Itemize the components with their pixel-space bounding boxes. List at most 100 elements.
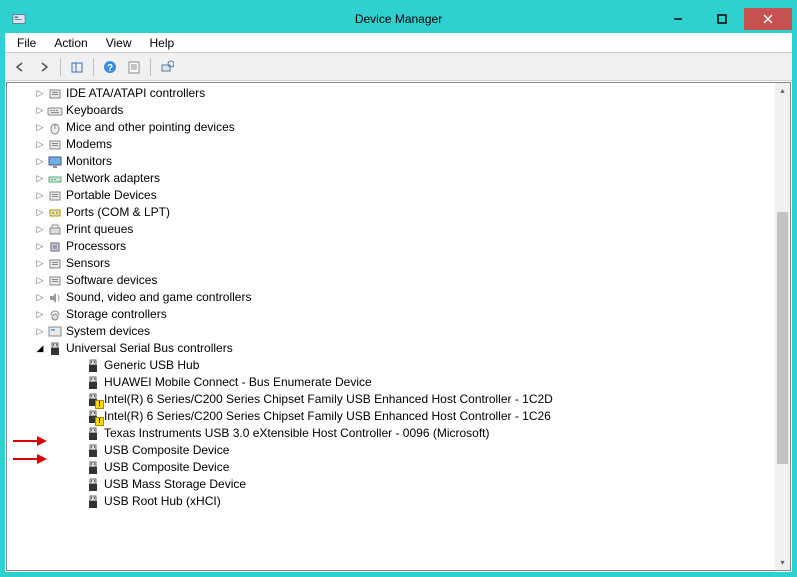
tree-item-label: Texas Instruments USB 3.0 eXtensible Hos… bbox=[104, 425, 490, 442]
scroll-thumb[interactable] bbox=[777, 212, 788, 463]
tree-row-cat-6[interactable]: ▷ Portable Devices bbox=[7, 187, 775, 204]
tree-row-cat-7[interactable]: ▷ Ports (COM & LPT) bbox=[7, 204, 775, 221]
maximize-button[interactable] bbox=[700, 8, 744, 30]
storage-icon bbox=[47, 307, 63, 323]
usb-icon bbox=[85, 460, 101, 476]
expand-icon[interactable]: ▷ bbox=[33, 138, 47, 152]
expand-icon[interactable]: ▷ bbox=[33, 104, 47, 118]
expand-icon[interactable]: ▷ bbox=[33, 223, 47, 237]
expand-icon[interactable]: ▷ bbox=[33, 172, 47, 186]
menu-view[interactable]: View bbox=[98, 34, 140, 52]
tree-row-cat-0[interactable]: ▷ IDE ATA/ATAPI controllers bbox=[7, 85, 775, 102]
help-button[interactable]: ? bbox=[99, 56, 121, 78]
show-hide-tree-button[interactable] bbox=[66, 56, 88, 78]
tree-row-cat-13[interactable]: ▷Storage controllers bbox=[7, 306, 775, 323]
expand-icon[interactable]: ▷ bbox=[33, 87, 47, 101]
expand-icon[interactable]: ▷ bbox=[33, 206, 47, 220]
window-controls bbox=[656, 8, 792, 30]
network-icon bbox=[47, 171, 63, 187]
tree-item-label: IDE ATA/ATAPI controllers bbox=[66, 85, 205, 102]
tree-row-cat-9[interactable]: ▷Processors bbox=[7, 238, 775, 255]
scan-hardware-button[interactable] bbox=[156, 56, 178, 78]
usb-icon bbox=[85, 358, 101, 374]
expander-placeholder bbox=[71, 410, 85, 424]
tree-row-cat-5[interactable]: ▷Network adapters bbox=[7, 170, 775, 187]
usb-icon bbox=[85, 494, 101, 510]
expander-placeholder bbox=[71, 393, 85, 407]
expand-icon[interactable]: ▷ bbox=[33, 189, 47, 203]
minimize-button[interactable] bbox=[656, 8, 700, 30]
close-button[interactable] bbox=[744, 8, 792, 30]
scroll-up-arrow[interactable]: ▴ bbox=[775, 83, 790, 98]
usb-icon bbox=[47, 341, 63, 357]
vertical-scrollbar[interactable]: ▴ ▾ bbox=[775, 83, 790, 570]
back-button[interactable] bbox=[9, 56, 31, 78]
toolbar-separator bbox=[60, 58, 61, 76]
scroll-track[interactable] bbox=[775, 98, 790, 555]
tree-row-usb-item-6[interactable]: USB Composite Device bbox=[7, 459, 775, 476]
titlebar: Device Manager bbox=[5, 5, 792, 33]
menu-action[interactable]: Action bbox=[46, 34, 95, 52]
scroll-down-arrow[interactable]: ▾ bbox=[775, 555, 790, 570]
tree-row-usb-category[interactable]: ◢Universal Serial Bus controllers bbox=[7, 340, 775, 357]
tree-row-usb-item-4[interactable]: Texas Instruments USB 3.0 eXtensible Hos… bbox=[7, 425, 775, 442]
tree-row-cat-8[interactable]: ▷Print queues bbox=[7, 221, 775, 238]
tree-item-label: Monitors bbox=[66, 153, 112, 170]
expand-icon[interactable]: ▷ bbox=[33, 240, 47, 254]
controller-icon bbox=[47, 86, 63, 102]
svg-text:?: ? bbox=[107, 63, 113, 74]
usb-icon: ! bbox=[85, 409, 101, 425]
tree-row-cat-10[interactable]: ▷ Sensors bbox=[7, 255, 775, 272]
tree-item-label: Ports (COM & LPT) bbox=[66, 204, 170, 221]
expand-icon[interactable]: ▷ bbox=[33, 325, 47, 339]
sensor-icon bbox=[47, 256, 63, 272]
expand-icon[interactable]: ▷ bbox=[33, 291, 47, 305]
portable-icon bbox=[47, 188, 63, 204]
menu-file[interactable]: File bbox=[9, 34, 44, 52]
forward-button[interactable] bbox=[33, 56, 55, 78]
usb-icon bbox=[85, 443, 101, 459]
tree-item-label: USB Mass Storage Device bbox=[104, 476, 246, 493]
collapse-icon[interactable]: ◢ bbox=[33, 342, 47, 356]
tree-row-cat-1[interactable]: ▷Keyboards bbox=[7, 102, 775, 119]
tree-row-usb-item-1[interactable]: HUAWEI Mobile Connect - Bus Enumerate De… bbox=[7, 374, 775, 391]
expand-icon[interactable]: ▷ bbox=[33, 274, 47, 288]
expand-icon[interactable]: ▷ bbox=[33, 308, 47, 322]
tree-row-cat-14[interactable]: ▷ System devices bbox=[7, 323, 775, 340]
tree-item-label: System devices bbox=[66, 323, 150, 340]
tree-row-cat-2[interactable]: ▷ Mice and other pointing devices bbox=[7, 119, 775, 136]
tree-row-usb-item-0[interactable]: Generic USB Hub bbox=[7, 357, 775, 374]
mouse-icon bbox=[47, 120, 63, 136]
monitor-icon bbox=[47, 154, 63, 170]
tree-row-usb-item-8[interactable]: USB Root Hub (xHCI) bbox=[7, 493, 775, 510]
system-icon bbox=[47, 324, 63, 340]
tree-row-cat-11[interactable]: ▷ Software devices bbox=[7, 272, 775, 289]
tree-row-cat-12[interactable]: ▷ Sound, video and game controllers bbox=[7, 289, 775, 306]
tree-item-label: Sensors bbox=[66, 255, 110, 272]
modem-icon bbox=[47, 137, 63, 153]
tree-row-cat-3[interactable]: ▷Modems bbox=[7, 136, 775, 153]
expand-icon[interactable]: ▷ bbox=[33, 121, 47, 135]
expander-placeholder bbox=[71, 359, 85, 373]
tree-item-label: USB Root Hub (xHCI) bbox=[104, 493, 221, 510]
tree-item-label: Software devices bbox=[66, 272, 157, 289]
tree-row-cat-4[interactable]: ▷ Monitors bbox=[7, 153, 775, 170]
device-tree[interactable]: ▷IDE ATA/ATAPI controllers▷Keyboards▷Mic… bbox=[7, 83, 775, 570]
tree-item-label: Sound, video and game controllers bbox=[66, 289, 251, 306]
expand-icon[interactable]: ▷ bbox=[33, 257, 47, 271]
tree-row-usb-item-5[interactable]: USB Composite Device bbox=[7, 442, 775, 459]
device-manager-window: Device Manager File Action View Help ? ▷… bbox=[4, 4, 793, 573]
printer-icon bbox=[47, 222, 63, 238]
sound-icon bbox=[47, 290, 63, 306]
usb-icon bbox=[85, 375, 101, 391]
expander-placeholder bbox=[71, 461, 85, 475]
tree-item-label: Intel(R) 6 Series/C200 Series Chipset Fa… bbox=[104, 391, 553, 408]
tree-row-usb-item-2[interactable]: !Intel(R) 6 Series/C200 Series Chipset F… bbox=[7, 391, 775, 408]
properties-button[interactable] bbox=[123, 56, 145, 78]
tree-row-usb-item-7[interactable]: USB Mass Storage Device bbox=[7, 476, 775, 493]
tree-item-label: Portable Devices bbox=[66, 187, 157, 204]
menu-help[interactable]: Help bbox=[142, 34, 183, 52]
tree-item-label: Mice and other pointing devices bbox=[66, 119, 235, 136]
expand-icon[interactable]: ▷ bbox=[33, 155, 47, 169]
tree-row-usb-item-3[interactable]: !Intel(R) 6 Series/C200 Series Chipset F… bbox=[7, 408, 775, 425]
